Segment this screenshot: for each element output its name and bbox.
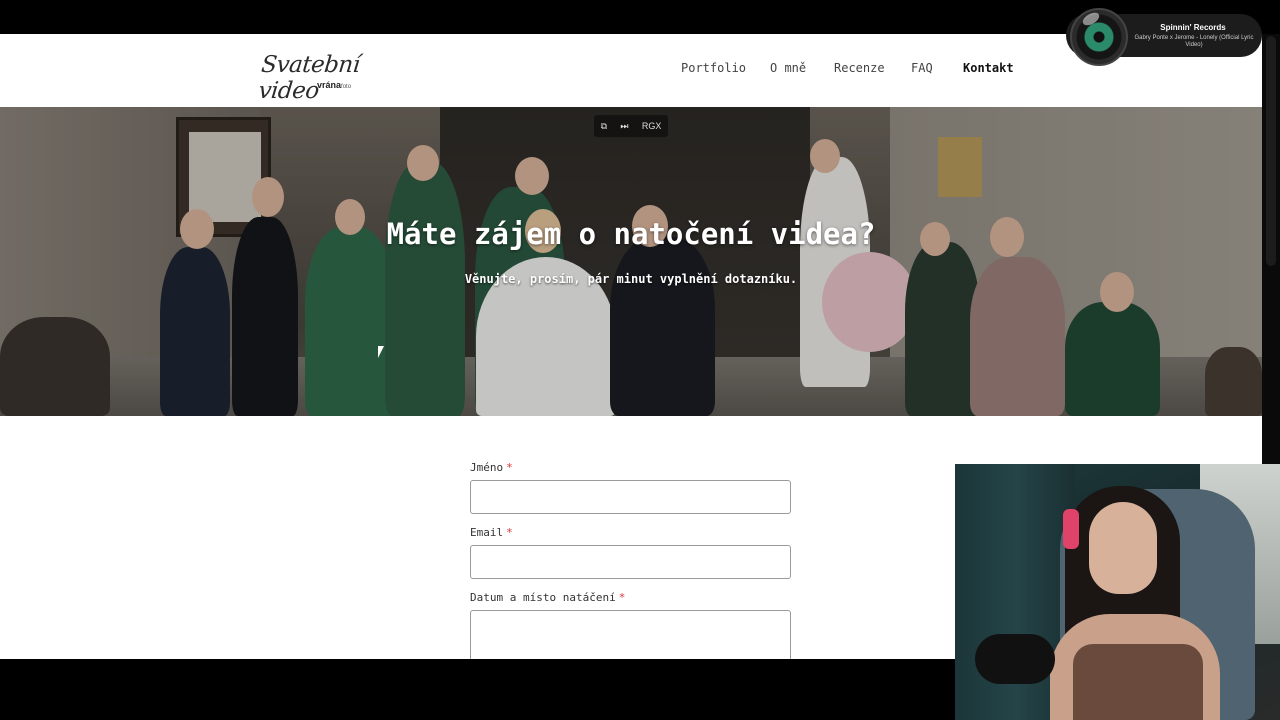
vinyl-record-icon <box>1070 8 1128 66</box>
logo-script-text: Svatební video <box>257 52 361 104</box>
email-field[interactable] <box>470 545 791 579</box>
popout-icon[interactable]: ⧉ <box>601 121 607 132</box>
name-label: Jméno * <box>470 461 513 474</box>
date-place-field[interactable] <box>470 610 791 659</box>
site-logo[interactable]: Svatební video vránafoto <box>257 50 383 104</box>
hero-subtitle: Věnujte, prosím, pár minut vyplnění dota… <box>464 272 798 286</box>
name-field[interactable] <box>470 480 791 514</box>
name-label-text: Jméno <box>470 461 504 474</box>
video-controls: ⧉ ⏭ RGX <box>594 115 668 137</box>
streamer-face <box>1089 502 1157 594</box>
required-mark: * <box>506 526 513 539</box>
streamer-top <box>1073 644 1203 720</box>
headphones-icon <box>1063 509 1079 549</box>
main-nav: Portfolio O mně Recenze FAQ Kontakt <box>681 61 1014 75</box>
logo-brand-suffix: foto <box>341 84 352 90</box>
speed-label[interactable]: RGX <box>642 121 662 131</box>
nav-recenze[interactable]: Recenze <box>834 61 911 75</box>
webcam-overlay <box>955 464 1280 720</box>
nav-o-mne[interactable]: O mně <box>770 61 834 75</box>
mouse-cursor-icon <box>378 346 390 358</box>
skip-icon[interactable]: ⏭ <box>620 121 628 132</box>
email-label: Email * <box>470 526 513 539</box>
required-mark: * <box>618 591 626 604</box>
date-place-label: Datum a místo natáčení * <box>470 591 625 604</box>
now-playing-channel: Spinnin' Records <box>1160 23 1226 32</box>
scrollbar-thumb[interactable] <box>1266 36 1276 266</box>
nav-kontakt[interactable]: Kontakt <box>963 61 1014 75</box>
email-label-text: Email <box>470 526 504 539</box>
hero-title: Máte zájem o natočení videa? <box>386 217 876 251</box>
nav-portfolio[interactable]: Portfolio <box>681 61 770 75</box>
microphone-icon <box>975 634 1055 684</box>
required-mark: * <box>506 461 513 474</box>
hero-overlay <box>0 107 1262 416</box>
nav-faq[interactable]: FAQ <box>911 61 963 75</box>
date-place-label-text: Datum a místo natáčení <box>470 591 616 604</box>
logo-brand-name: vrána <box>317 80 342 90</box>
hero-video[interactable]: ⧉ ⏭ RGX Máte zájem o natočení videa? Věn… <box>0 107 1262 416</box>
now-playing-widget: Spinnin' Records Gabry Ponte x Jerome - … <box>1066 8 1262 66</box>
now-playing-track: Gabry Ponte x Jerome - Lonely (Official … <box>1134 35 1254 48</box>
logo-brand: vránafoto <box>317 80 351 90</box>
